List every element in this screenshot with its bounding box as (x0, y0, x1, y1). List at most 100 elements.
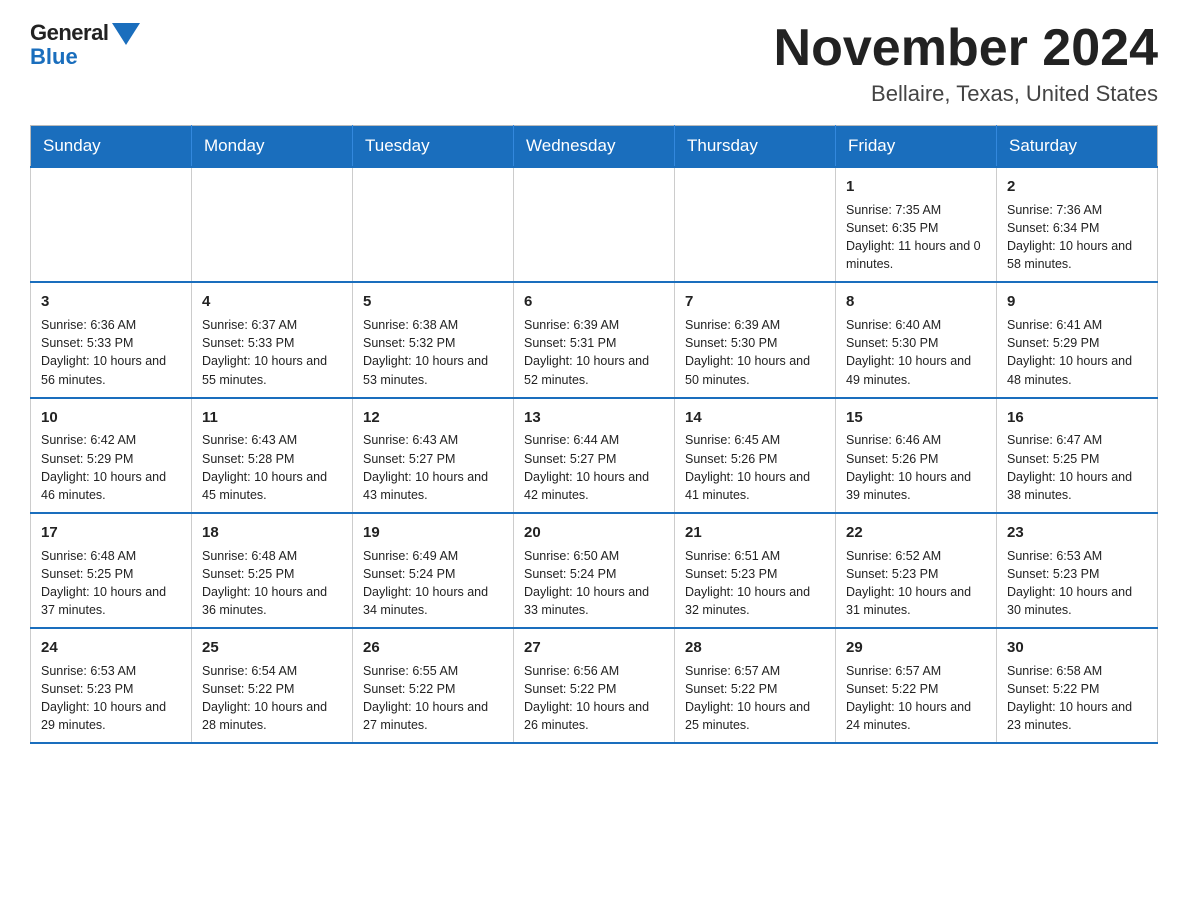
day-info: Sunrise: 6:46 AMSunset: 5:26 PMDaylight:… (846, 431, 986, 504)
calendar-cell-w2-d3: 5 Sunrise: 6:38 AMSunset: 5:32 PMDaylight… (353, 282, 514, 397)
col-saturday: Saturday (997, 126, 1158, 168)
logo: General Blue (30, 20, 140, 70)
day-number: 8 (846, 291, 986, 313)
calendar-table: Sunday Monday Tuesday Wednesday Thursday… (30, 125, 1158, 744)
day-number: 19 (363, 522, 503, 544)
calendar-cell-w4-d5: 21Sunrise: 6:51 AMSunset: 5:23 PMDayligh… (675, 513, 836, 628)
calendar-cell-w1-d7: 2 Sunrise: 7:36 AMSunset: 6:34 PMDaylight… (997, 167, 1158, 282)
day-number: 14 (685, 407, 825, 429)
calendar-cell-w4-d1: 17 Sunrise: 6:48 AMSunset: 5:25 PMDayligh… (31, 513, 192, 628)
page-header: General Blue November 2024 Bellaire, Tex… (30, 20, 1158, 107)
col-thursday: Thursday (675, 126, 836, 168)
day-number: 4 (202, 291, 342, 313)
calendar-cell-w2-d5: 7Sunrise: 6:39 AMSunset: 5:30 PMDaylight… (675, 282, 836, 397)
day-info: Sunrise: 6:37 AMSunset: 5:33 PMDaylight:… (202, 316, 342, 389)
calendar-cell-w5-d2: 25 Sunrise: 6:54 AMSunset: 5:22 PMDayligh… (192, 628, 353, 743)
calendar-cell-w4-d3: 19 Sunrise: 6:49 AMSunset: 5:24 PMDayligh… (353, 513, 514, 628)
col-friday: Friday (836, 126, 997, 168)
col-wednesday: Wednesday (514, 126, 675, 168)
day-number: 5 (363, 291, 503, 313)
calendar-cell-w1-d2 (192, 167, 353, 282)
day-number: 30 (1007, 637, 1147, 659)
day-info: Sunrise: 6:55 AMSunset: 5:22 PMDaylight:… (363, 662, 503, 735)
calendar-subtitle: Bellaire, Texas, United States (774, 81, 1158, 107)
day-number: 15 (846, 407, 986, 429)
day-info: Sunrise: 6:40 AMSunset: 5:30 PMDaylight:… (846, 316, 986, 389)
calendar-week-5: 24Sunrise: 6:53 AMSunset: 5:23 PMDayligh… (31, 628, 1158, 743)
day-info: Sunrise: 6:48 AMSunset: 5:25 PMDaylight:… (41, 547, 181, 620)
day-number: 11 (202, 407, 342, 429)
day-info: Sunrise: 6:39 AMSunset: 5:31 PMDaylight:… (524, 316, 664, 389)
calendar-header-row: Sunday Monday Tuesday Wednesday Thursday… (31, 126, 1158, 168)
day-number: 1 (846, 176, 986, 198)
calendar-cell-w3-d6: 15Sunrise: 6:46 AMSunset: 5:26 PMDayligh… (836, 398, 997, 513)
day-number: 24 (41, 637, 181, 659)
calendar-cell-w5-d6: 29 Sunrise: 6:57 AMSunset: 5:22 PMDayligh… (836, 628, 997, 743)
day-info: Sunrise: 6:43 AMSunset: 5:27 PMDaylight:… (363, 431, 503, 504)
day-number: 12 (363, 407, 503, 429)
calendar-cell-w4-d2: 18 Sunrise: 6:48 AMSunset: 5:25 PMDayligh… (192, 513, 353, 628)
calendar-cell-w5-d5: 28Sunrise: 6:57 AMSunset: 5:22 PMDayligh… (675, 628, 836, 743)
calendar-cell-w3-d5: 14Sunrise: 6:45 AMSunset: 5:26 PMDayligh… (675, 398, 836, 513)
day-number: 6 (524, 291, 664, 313)
day-info: Sunrise: 6:54 AMSunset: 5:22 PMDaylight:… (202, 662, 342, 735)
day-info: Sunrise: 6:44 AMSunset: 5:27 PMDaylight:… (524, 431, 664, 504)
day-number: 7 (685, 291, 825, 313)
day-info: Sunrise: 6:58 AMSunset: 5:22 PMDaylight:… (1007, 662, 1147, 735)
day-number: 3 (41, 291, 181, 313)
calendar-cell-w5-d7: 30 Sunrise: 6:58 AMSunset: 5:22 PMDayligh… (997, 628, 1158, 743)
calendar-cell-w1-d4 (514, 167, 675, 282)
day-info: Sunrise: 6:43 AMSunset: 5:28 PMDaylight:… (202, 431, 342, 504)
calendar-cell-w2-d6: 8 Sunrise: 6:40 AMSunset: 5:30 PMDaylight… (836, 282, 997, 397)
calendar-cell-w3-d1: 10Sunrise: 6:42 AMSunset: 5:29 PMDayligh… (31, 398, 192, 513)
day-info: Sunrise: 6:42 AMSunset: 5:29 PMDaylight:… (41, 431, 181, 504)
calendar-cell-w1-d5 (675, 167, 836, 282)
day-number: 28 (685, 637, 825, 659)
day-info: Sunrise: 6:50 AMSunset: 5:24 PMDaylight:… (524, 547, 664, 620)
day-number: 10 (41, 407, 181, 429)
calendar-cell-w2-d2: 4 Sunrise: 6:37 AMSunset: 5:33 PMDaylight… (192, 282, 353, 397)
calendar-cell-w1-d6: 1Sunrise: 7:35 AMSunset: 6:35 PMDaylight… (836, 167, 997, 282)
day-info: Sunrise: 6:56 AMSunset: 5:22 PMDaylight:… (524, 662, 664, 735)
day-number: 26 (363, 637, 503, 659)
logo-general-text: General (30, 20, 108, 46)
title-block: November 2024 Bellaire, Texas, United St… (774, 20, 1158, 107)
logo-triangle-icon (112, 23, 140, 45)
calendar-title: November 2024 (774, 20, 1158, 77)
calendar-cell-w5-d3: 26 Sunrise: 6:55 AMSunset: 5:22 PMDayligh… (353, 628, 514, 743)
day-info: Sunrise: 7:36 AMSunset: 6:34 PMDaylight:… (1007, 201, 1147, 274)
day-number: 29 (846, 637, 986, 659)
calendar-cell-w3-d4: 13Sunrise: 6:44 AMSunset: 5:27 PMDayligh… (514, 398, 675, 513)
calendar-week-2: 3Sunrise: 6:36 AMSunset: 5:33 PMDaylight… (31, 282, 1158, 397)
day-info: Sunrise: 6:49 AMSunset: 5:24 PMDaylight:… (363, 547, 503, 620)
calendar-cell-w4-d6: 22Sunrise: 6:52 AMSunset: 5:23 PMDayligh… (836, 513, 997, 628)
logo-general: General (30, 20, 140, 46)
calendar-cell-w3-d2: 11Sunrise: 6:43 AMSunset: 5:28 PMDayligh… (192, 398, 353, 513)
day-number: 20 (524, 522, 664, 544)
calendar-cell-w3-d7: 16Sunrise: 6:47 AMSunset: 5:25 PMDayligh… (997, 398, 1158, 513)
day-number: 27 (524, 637, 664, 659)
calendar-cell-w2-d1: 3Sunrise: 6:36 AMSunset: 5:33 PMDaylight… (31, 282, 192, 397)
calendar-cell-w5-d4: 27 Sunrise: 6:56 AMSunset: 5:22 PMDayligh… (514, 628, 675, 743)
day-number: 16 (1007, 407, 1147, 429)
day-info: Sunrise: 6:41 AMSunset: 5:29 PMDaylight:… (1007, 316, 1147, 389)
day-number: 23 (1007, 522, 1147, 544)
calendar-cell-w5-d1: 24Sunrise: 6:53 AMSunset: 5:23 PMDayligh… (31, 628, 192, 743)
calendar-cell-w4-d7: 23 Sunrise: 6:53 AMSunset: 5:23 PMDayligh… (997, 513, 1158, 628)
day-number: 2 (1007, 176, 1147, 198)
calendar-week-4: 17 Sunrise: 6:48 AMSunset: 5:25 PMDayligh… (31, 513, 1158, 628)
col-tuesday: Tuesday (353, 126, 514, 168)
calendar-week-3: 10Sunrise: 6:42 AMSunset: 5:29 PMDayligh… (31, 398, 1158, 513)
day-info: Sunrise: 6:38 AMSunset: 5:32 PMDaylight:… (363, 316, 503, 389)
day-number: 25 (202, 637, 342, 659)
day-info: Sunrise: 6:48 AMSunset: 5:25 PMDaylight:… (202, 547, 342, 620)
day-number: 18 (202, 522, 342, 544)
day-info: Sunrise: 6:45 AMSunset: 5:26 PMDaylight:… (685, 431, 825, 504)
day-info: Sunrise: 6:57 AMSunset: 5:22 PMDaylight:… (846, 662, 986, 735)
calendar-week-1: 1Sunrise: 7:35 AMSunset: 6:35 PMDaylight… (31, 167, 1158, 282)
day-info: Sunrise: 6:47 AMSunset: 5:25 PMDaylight:… (1007, 431, 1147, 504)
day-number: 17 (41, 522, 181, 544)
day-info: Sunrise: 6:53 AMSunset: 5:23 PMDaylight:… (1007, 547, 1147, 620)
day-number: 13 (524, 407, 664, 429)
col-sunday: Sunday (31, 126, 192, 168)
